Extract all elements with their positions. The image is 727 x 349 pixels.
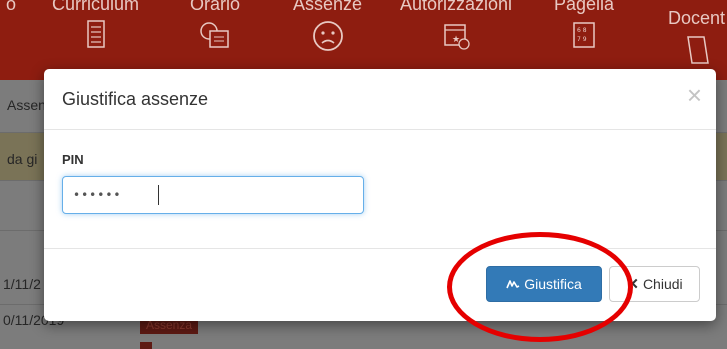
nav-item-label: Curriculum <box>52 0 140 14</box>
pin-label: PIN <box>62 152 84 167</box>
nav-item-label: Orario <box>190 0 241 14</box>
sad-face-icon <box>312 21 343 51</box>
svg-text:6 8: 6 8 <box>577 27 587 34</box>
nav-item-docenti[interactable]: Docent <box>668 0 725 67</box>
justify-absences-modal: Giustifica assenze × PIN Giustifica ✕ Ch… <box>44 69 716 321</box>
nav-item-label: o <box>6 0 17 14</box>
nav-item-assenze[interactable]: Assenze <box>293 0 362 53</box>
nav-item-orario[interactable]: Orario <box>190 0 240 51</box>
calendar-star-icon: ★ <box>444 24 470 50</box>
modal-header: Giustifica assenze × <box>44 69 716 130</box>
close-icon[interactable]: × <box>687 82 702 108</box>
nav-item-pagella[interactable]: Pagella 6 8 7 9 <box>554 0 614 51</box>
nav-item-label: Autorizzazioni <box>400 0 513 14</box>
nav-item-label: Docent <box>668 8 726 28</box>
table-column-header: Assen <box>7 97 46 113</box>
notice-text: da gi <box>7 151 38 167</box>
justify-button-label: Giustifica <box>524 276 582 292</box>
close-icon: ✕ <box>626 276 639 293</box>
table-cell-date: 1/11/2 <box>3 276 41 292</box>
close-button-label: Chiudi <box>642 276 683 292</box>
book-icon <box>686 36 709 64</box>
calendar-clock-icon <box>200 22 229 48</box>
justify-button[interactable]: Giustifica <box>486 266 602 302</box>
nav-item-autorizzazioni[interactable]: Autorizzazioni ★ <box>400 0 512 51</box>
modal-body: PIN <box>44 130 716 248</box>
document-icon <box>86 20 105 48</box>
svg-text:7 9: 7 9 <box>577 36 587 43</box>
nav-item-prev[interactable]: o <box>6 0 16 15</box>
modal-title: Giustifica assenze <box>62 89 209 109</box>
nav-item-label: Assenze <box>293 0 363 14</box>
text-cursor <box>158 185 159 205</box>
status-badge <box>140 342 152 349</box>
top-navbar: o Curriculum Orario Assenze Autorizzazio… <box>0 0 727 80</box>
report-card-icon: 6 8 7 9 <box>573 22 595 48</box>
modal-footer: Giustifica ✕ Chiudi <box>44 248 716 321</box>
signature-icon <box>506 280 520 289</box>
nav-item-curriculum[interactable]: Curriculum <box>52 0 139 51</box>
nav-item-label: Pagella <box>554 0 615 14</box>
pin-input[interactable] <box>62 176 364 214</box>
close-button[interactable]: ✕ Chiudi <box>609 266 700 302</box>
